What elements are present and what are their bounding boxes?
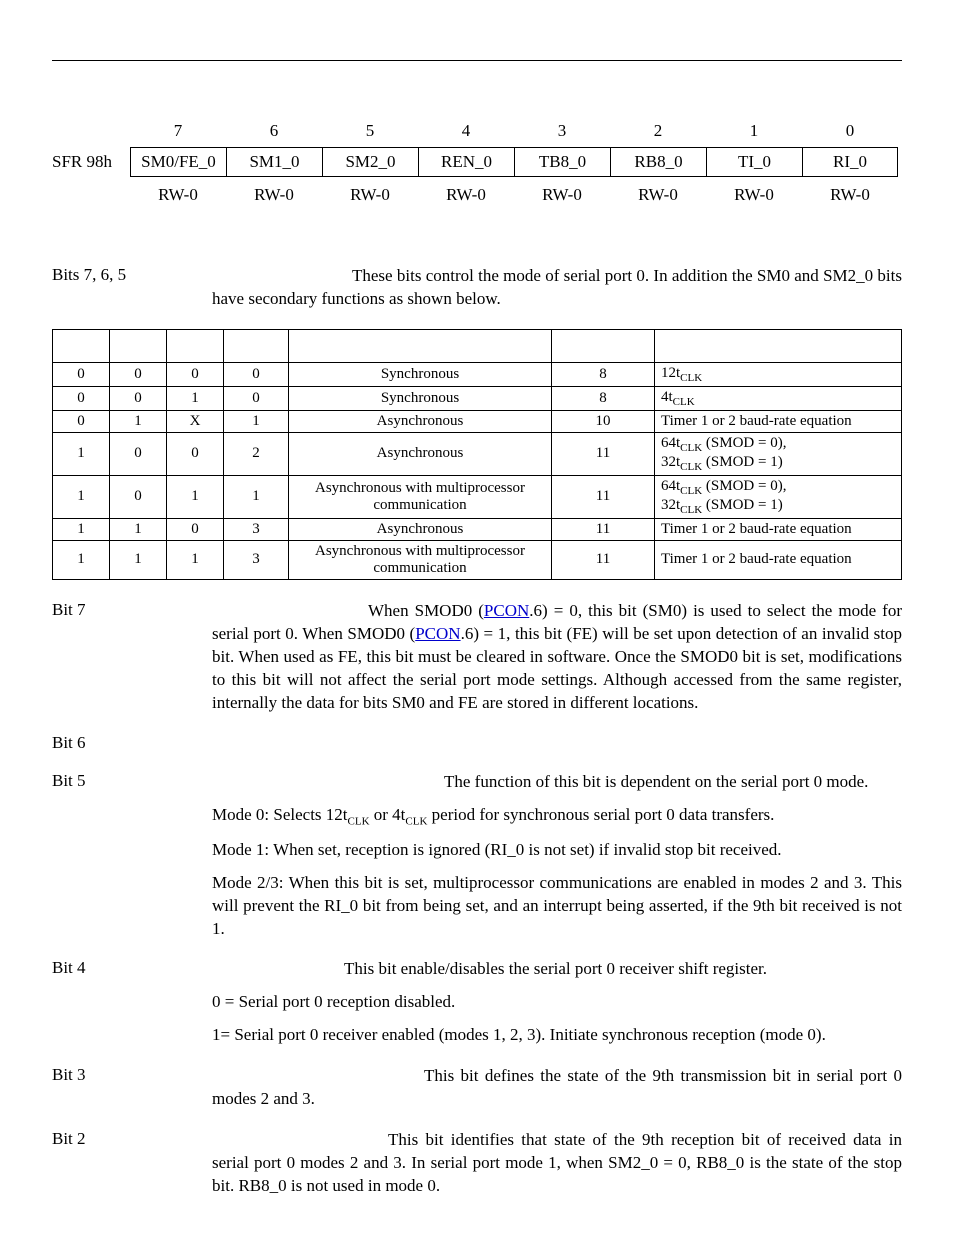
table-row: 1103Asynchronous11Timer 1 or 2 baud-rate…	[53, 518, 902, 540]
bit-number: 1	[706, 121, 802, 143]
table-row: 0010Synchronous84tCLK	[53, 386, 902, 410]
bit-number: 7	[130, 121, 226, 143]
bit-rw: RW-0	[514, 181, 610, 205]
bit7-label: Bit 7	[52, 600, 212, 715]
bit4-section: Bit 4 This bit enable/disables the seria…	[52, 958, 902, 1047]
bit-rw: RW-0	[610, 181, 706, 205]
bit-name-cell: SM2_0	[322, 147, 418, 177]
pcon-link-1[interactable]: PCON	[484, 601, 529, 620]
bit6-section: Bit 6	[52, 733, 902, 753]
bit-rw: RW-0	[706, 181, 802, 205]
bits-765-text: These bits control the mode of serial po…	[212, 265, 902, 311]
bit-name-cell: RB8_0	[610, 147, 706, 177]
bit4-label: Bit 4	[52, 958, 212, 1047]
mode-table: 0000Synchronous812tCLK0010Synchronous84t…	[52, 329, 902, 580]
bit-name-cell: TI_0	[706, 147, 802, 177]
bit-number: 0	[802, 121, 898, 143]
sfr-address: SFR 98h	[52, 152, 130, 172]
bit6-label: Bit 6	[52, 733, 212, 753]
bit2-section: Bit 2 This bit identifies that state of …	[52, 1129, 902, 1198]
bit5-section: Bit 5 The function of this bit is depend…	[52, 771, 902, 941]
bit3-section: Bit 3 This bit defines the state of the …	[52, 1065, 902, 1111]
table-row: 01X1Asynchronous10Timer 1 or 2 baud-rate…	[53, 410, 902, 432]
bit-rw: RW-0	[226, 181, 322, 205]
bit2-label: Bit 2	[52, 1129, 212, 1198]
bits-765-intro: These bits control the mode of serial po…	[212, 266, 902, 308]
header-divider	[52, 60, 902, 61]
bit-number: 4	[418, 121, 514, 143]
pcon-link-2[interactable]: PCON	[415, 624, 460, 643]
bit-rw: RW-0	[418, 181, 514, 205]
table-row: 1113Asynchronous with multiprocessor com…	[53, 540, 902, 579]
bit-rw: RW-0	[802, 181, 898, 205]
bit5-text: The function of this bit is dependent on…	[212, 771, 902, 941]
bit5-mode23: Mode 2/3: When this bit is set, multipro…	[212, 872, 902, 941]
bit-rw: RW-0	[322, 181, 418, 205]
bit-number: 6	[226, 121, 322, 143]
bit-name-cell: RI_0	[802, 147, 898, 177]
bit7-section: Bit 7 When SMOD0 (PCON.6) = 0, this bit …	[52, 600, 902, 715]
bit-rw: RW-0	[130, 181, 226, 205]
sfr-rw-row: RW-0RW-0RW-0RW-0RW-0RW-0RW-0RW-0	[52, 181, 902, 205]
bit-name-cell: REN_0	[418, 147, 514, 177]
sfr-header-row: 76543210	[52, 121, 902, 143]
bit-name-cell: SM0/FE_0	[130, 147, 226, 177]
table-row: 1011Asynchronous with multiprocessor com…	[53, 475, 902, 518]
bit3-label: Bit 3	[52, 1065, 212, 1111]
bits-765-label: Bits 7, 6, 5	[52, 265, 212, 311]
bit-number: 3	[514, 121, 610, 143]
bit4-text: This bit enable/disables the serial port…	[212, 958, 902, 1047]
bit-name-cell: TB8_0	[514, 147, 610, 177]
bit2-text: This bit identifies that state of the 9t…	[212, 1129, 902, 1198]
bit-number: 5	[322, 121, 418, 143]
table-row: 1002Asynchronous1164tCLK (SMOD = 0),32tC…	[53, 432, 902, 475]
bit3-text: This bit defines the state of the 9th tr…	[212, 1065, 902, 1111]
bit7-text: When SMOD0 (PCON.6) = 0, this bit (SM0) …	[212, 600, 902, 715]
bit5-label: Bit 5	[52, 771, 212, 941]
bit5-mode0: Mode 0: Selects 12tCLK or 4tCLK period f…	[212, 804, 902, 829]
bit5-mode1: Mode 1: When set, reception is ignored (…	[212, 839, 902, 862]
bit-name-cell: SM1_0	[226, 147, 322, 177]
bit-number: 2	[610, 121, 706, 143]
sfr-name-row: SFR 98h SM0/FE_0SM1_0SM2_0REN_0TB8_0RB8_…	[52, 147, 902, 177]
table-row: 0000Synchronous812tCLK	[53, 362, 902, 386]
bits-765-section: Bits 7, 6, 5 These bits control the mode…	[52, 265, 902, 311]
